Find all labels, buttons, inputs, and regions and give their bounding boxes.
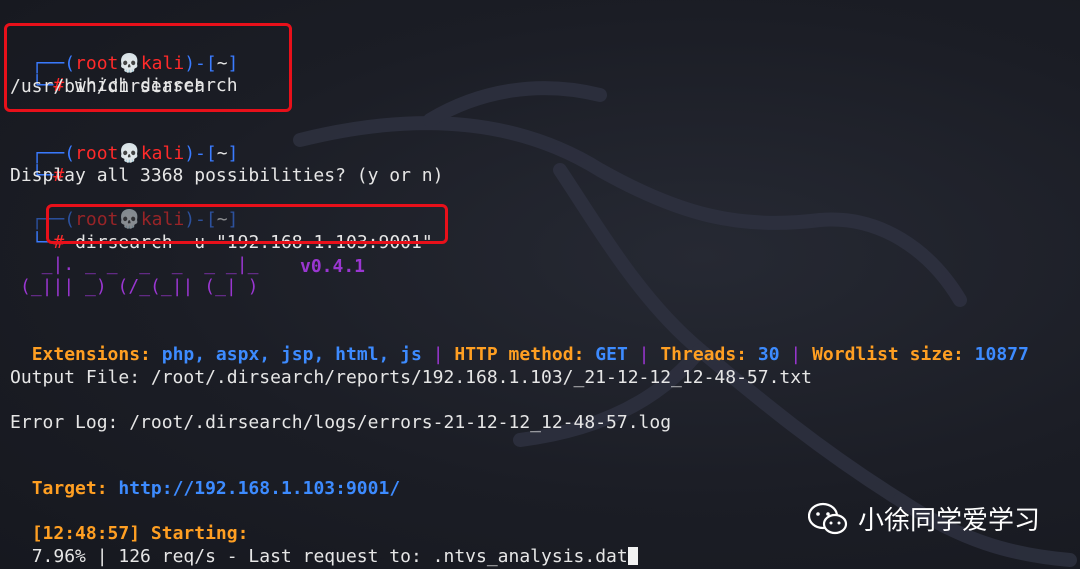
skull-icon: 💀	[118, 143, 141, 164]
watermark-text: 小徐同学爱学习	[858, 506, 1041, 536]
highlight-box-which	[4, 23, 292, 112]
display-possibilities: Display all 3368 possibilities? (y or n)	[10, 165, 444, 186]
wechat-icon	[808, 502, 848, 534]
version-label: v0.4.1	[300, 256, 366, 277]
error-log-line: Error Log: /root/.dirsearch/logs/errors-…	[10, 412, 672, 433]
highlight-box-dirsearch	[46, 204, 448, 244]
output-file-line: Output File: /root/.dirsearch/reports/19…	[10, 367, 812, 388]
config-line: Extensions: php, aspx, jsp, html, js | H…	[31, 344, 1029, 365]
wechat-watermark: 小徐同学爱学习	[808, 500, 1040, 537]
target-line: Target: http://192.168.1.103:9001/	[31, 478, 401, 499]
terminal-cursor	[627, 547, 638, 565]
progress-line: 7.96% | 126 req/s - Last request to: .nt…	[10, 524, 638, 568]
dirsearch-logo: _|. _ _ _ _ _ _|_ (_||| _) (/_(_|| (_| )	[20, 254, 259, 297]
